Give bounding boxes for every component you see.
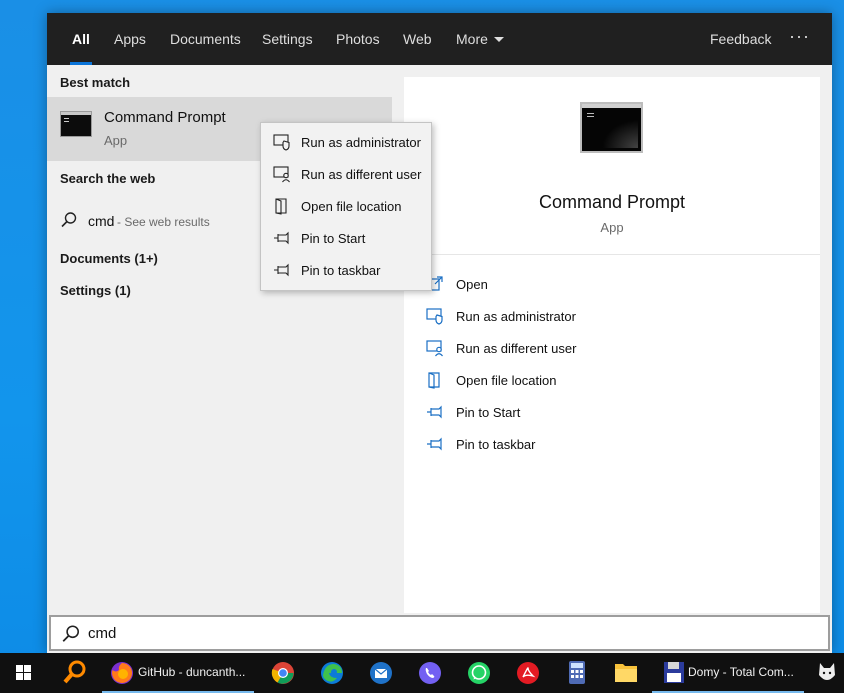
search-web-heading: Search the web <box>60 171 156 186</box>
action-pin-to-start-label: Pin to Start <box>456 405 521 420</box>
action-pin-to-taskbar[interactable]: Pin to taskbar <box>426 433 806 457</box>
feedback-button[interactable]: Feedback <box>710 13 771 65</box>
ctx-pin-to-taskbar-label: Pin to taskbar <box>301 263 381 278</box>
best-match-title: Command Prompt <box>104 109 226 126</box>
command-prompt-icon <box>60 111 92 137</box>
web-query-text: cmd <box>88 213 115 229</box>
user-icon <box>273 166 290 183</box>
calculator-icon <box>569 661 585 684</box>
acrobat-icon <box>517 662 539 684</box>
action-pin-to-taskbar-label: Pin to taskbar <box>456 437 536 452</box>
windows-logo-icon <box>16 665 31 680</box>
pin-icon <box>274 231 289 245</box>
best-match-subtitle: App <box>104 133 128 148</box>
chrome-icon <box>271 662 294 684</box>
taskbar-edge[interactable] <box>308 653 356 693</box>
tab-web[interactable]: Web <box>403 13 432 65</box>
tab-settings[interactable]: Settings <box>262 13 313 65</box>
search-box[interactable]: cmd <box>49 615 830 651</box>
command-prompt-icon <box>580 102 643 153</box>
action-open-file-location-label: Open file location <box>456 373 557 388</box>
taskbar-mail-app[interactable] <box>357 653 405 693</box>
viber-icon <box>419 662 441 684</box>
shield-icon <box>426 308 443 325</box>
ctx-run-as-different-user[interactable]: Run as different user <box>261 159 431 189</box>
taskbar-firefox-github[interactable]: GitHub - duncanth... <box>102 653 254 693</box>
pin-icon <box>427 405 442 419</box>
action-open[interactable]: Open <box>426 273 806 297</box>
fox-icon <box>819 663 835 680</box>
whatsapp-icon <box>468 662 490 684</box>
taskbar-total-commander[interactable]: Domy - Total Com... <box>652 653 804 693</box>
ctx-open-file-location[interactable]: Open file location <box>261 191 431 221</box>
action-open-label: Open <box>456 277 488 292</box>
details-subtitle: App <box>600 220 624 235</box>
taskbar-calculator[interactable] <box>553 653 601 693</box>
firefox-icon <box>111 662 133 684</box>
tab-more[interactable]: More <box>456 13 504 65</box>
search-input[interactable]: cmd <box>88 625 116 642</box>
search-icon <box>62 625 79 642</box>
floppy-disk-icon <box>664 662 684 683</box>
file-location-icon <box>428 372 440 389</box>
best-match-heading: Best match <box>60 75 131 90</box>
action-run-as-administrator-label: Run as administrator <box>456 309 576 324</box>
tab-all[interactable]: All <box>70 13 92 65</box>
edge-icon <box>321 662 343 684</box>
taskbar-chrome[interactable] <box>259 653 307 693</box>
folder-icon <box>615 664 637 682</box>
documents-category[interactable]: Documents (1+) <box>60 251 158 266</box>
details-pane: Command Prompt App Open Run as administr… <box>404 77 820 613</box>
pin-icon <box>274 263 289 277</box>
chevron-down-icon <box>493 37 504 42</box>
ctx-pin-to-taskbar[interactable]: Pin to taskbar <box>261 255 431 285</box>
taskbar-whatsapp[interactable] <box>455 653 503 693</box>
taskbar-acrobat[interactable] <box>504 653 552 693</box>
action-open-file-location[interactable]: Open file location <box>426 369 806 393</box>
tab-documents[interactable]: Documents <box>170 13 241 65</box>
context-menu: Run as administrator Run as different us… <box>260 122 432 291</box>
tab-more-label: More <box>456 31 488 47</box>
action-run-as-administrator[interactable]: Run as administrator <box>426 305 806 329</box>
tab-apps[interactable]: Apps <box>114 13 146 65</box>
ctx-run-as-administrator-label: Run as administrator <box>301 135 421 150</box>
divider <box>404 254 820 255</box>
mail-icon <box>370 662 392 684</box>
action-run-as-different-user-label: Run as different user <box>456 341 577 356</box>
ctx-run-as-administrator[interactable]: Run as administrator <box>261 127 431 157</box>
taskbar-file-explorer[interactable] <box>602 653 650 693</box>
start-button[interactable] <box>0 653 48 693</box>
action-run-as-different-user[interactable]: Run as different user <box>426 337 806 361</box>
taskbar-commander-label: Domy - Total Com... <box>688 665 794 679</box>
start-menu-search-panel: All Apps Documents Settings Photos Web M… <box>47 13 832 653</box>
user-icon <box>426 340 443 357</box>
ctx-pin-to-start[interactable]: Pin to Start <box>261 223 431 253</box>
taskbar-firefox-label: GitHub - duncanth... <box>138 665 246 679</box>
taskbar: GitHub - duncanth... Domy - Total Com... <box>0 653 844 693</box>
ctx-open-file-location-label: Open file location <box>301 199 402 214</box>
ctx-pin-to-start-label: Pin to Start <box>301 231 366 246</box>
taskbar-viber[interactable] <box>406 653 454 693</box>
search-tab-bar: All Apps Documents Settings Photos Web M… <box>47 13 832 65</box>
taskbar-search-app[interactable] <box>48 653 100 693</box>
web-hint-text: - See web results <box>117 215 210 229</box>
file-location-icon <box>275 198 287 215</box>
search-icon <box>61 212 77 228</box>
more-options-button[interactable]: ··· <box>789 13 810 65</box>
taskbar-foxit-app[interactable] <box>810 653 844 693</box>
action-pin-to-start[interactable]: Pin to Start <box>426 401 806 425</box>
pin-icon <box>427 437 442 451</box>
ctx-run-as-different-user-label: Run as different user <box>301 167 422 182</box>
magnifier-icon <box>63 660 86 684</box>
settings-category[interactable]: Settings (1) <box>60 283 131 298</box>
details-title: Command Prompt <box>538 192 686 212</box>
tab-photos[interactable]: Photos <box>336 13 380 65</box>
shield-icon <box>273 134 290 151</box>
